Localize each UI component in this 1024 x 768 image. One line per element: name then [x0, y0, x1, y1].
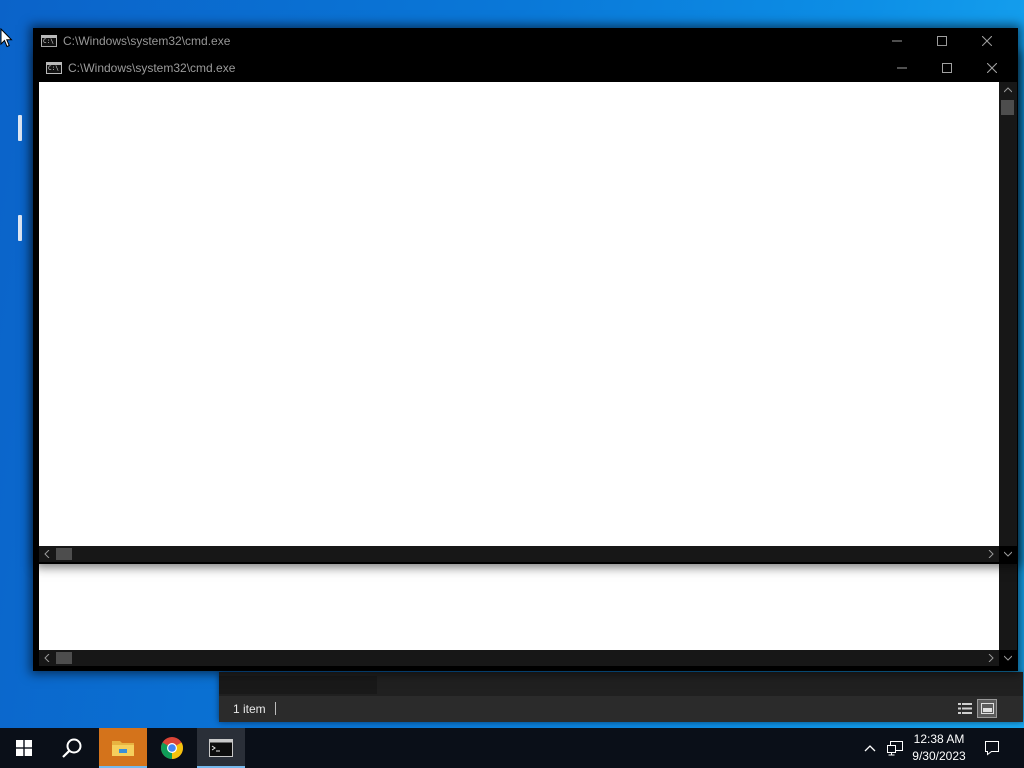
system-clock[interactable]: 12:38 AM 9/30/2023 [906, 731, 972, 765]
console-area[interactable] [39, 82, 999, 546]
minimize-button[interactable] [879, 54, 925, 82]
desktop: 1 item C:\Windows\system32\cmd.exe [0, 0, 1024, 728]
notification-icon [985, 741, 999, 756]
scroll-left-icon[interactable] [40, 547, 54, 561]
large-icons-view-icon[interactable] [977, 699, 997, 718]
network-button[interactable] [883, 728, 907, 768]
start-button[interactable] [0, 728, 48, 768]
scroll-thumb[interactable] [56, 652, 72, 664]
action-center-button[interactable] [978, 728, 1006, 768]
chrome-icon [161, 737, 183, 759]
navigation-pane[interactable] [219, 676, 377, 694]
show-hidden-icons-button[interactable] [860, 728, 880, 768]
file-explorer-icon [112, 741, 134, 756]
mouse-cursor-icon [0, 28, 13, 48]
title-bar[interactable]: C:\Windows\system32\cmd.exe [38, 54, 1018, 82]
maximize-button[interactable] [919, 28, 965, 54]
desktop-icon-edge[interactable] [18, 215, 22, 241]
title-bar[interactable]: C:\Windows\system32\cmd.exe [33, 28, 1018, 54]
file-explorer-window[interactable]: 1 item [219, 672, 1023, 722]
maximize-button[interactable] [924, 54, 970, 82]
scroll-down-icon[interactable] [1001, 547, 1015, 561]
item-count: 1 item [233, 702, 266, 716]
search-icon [62, 738, 82, 758]
details-view-icon[interactable] [955, 699, 975, 718]
taskbar-chrome[interactable] [148, 728, 196, 768]
scroll-right-icon[interactable] [984, 547, 998, 561]
window-title: C:\Windows\system32\cmd.exe [63, 34, 231, 48]
desktop-icon-edge[interactable] [18, 115, 22, 141]
command-prompt-icon[interactable] [41, 35, 57, 47]
minimize-button[interactable] [874, 28, 920, 54]
taskbar-file-explorer[interactable] [99, 728, 147, 768]
scroll-up-icon[interactable] [1001, 84, 1015, 96]
scroll-right-icon[interactable] [984, 651, 998, 665]
chevron-up-icon [864, 745, 876, 752]
taskbar: 12:38 AM 9/30/2023 [0, 728, 1024, 768]
horizontal-scrollbar[interactable] [39, 650, 999, 666]
scroll-thumb[interactable] [1001, 100, 1014, 115]
vertical-scrollbar[interactable] [999, 82, 1017, 546]
windows-start-icon [16, 740, 32, 756]
command-prompt-icon [209, 739, 233, 757]
close-button[interactable] [969, 54, 1015, 82]
command-prompt-icon[interactable] [46, 62, 62, 74]
taskbar-command-prompt[interactable] [197, 728, 245, 768]
horizontal-scrollbar[interactable] [39, 546, 999, 562]
scroll-thumb[interactable] [56, 548, 72, 560]
scroll-down-icon[interactable] [1001, 651, 1015, 665]
window-title: C:\Windows\system32\cmd.exe [68, 61, 236, 75]
search-button[interactable] [48, 728, 96, 768]
status-bar: 1 item [219, 696, 1023, 722]
clock-time: 12:38 AM [913, 732, 965, 746]
scroll-left-icon[interactable] [40, 651, 54, 665]
cmd-window-front[interactable]: C:\Windows\system32\cmd.exe [38, 54, 1018, 564]
close-button[interactable] [964, 28, 1010, 54]
status-separator [275, 702, 276, 715]
network-icon [887, 741, 903, 756]
clock-date: 9/30/2023 [912, 749, 966, 763]
